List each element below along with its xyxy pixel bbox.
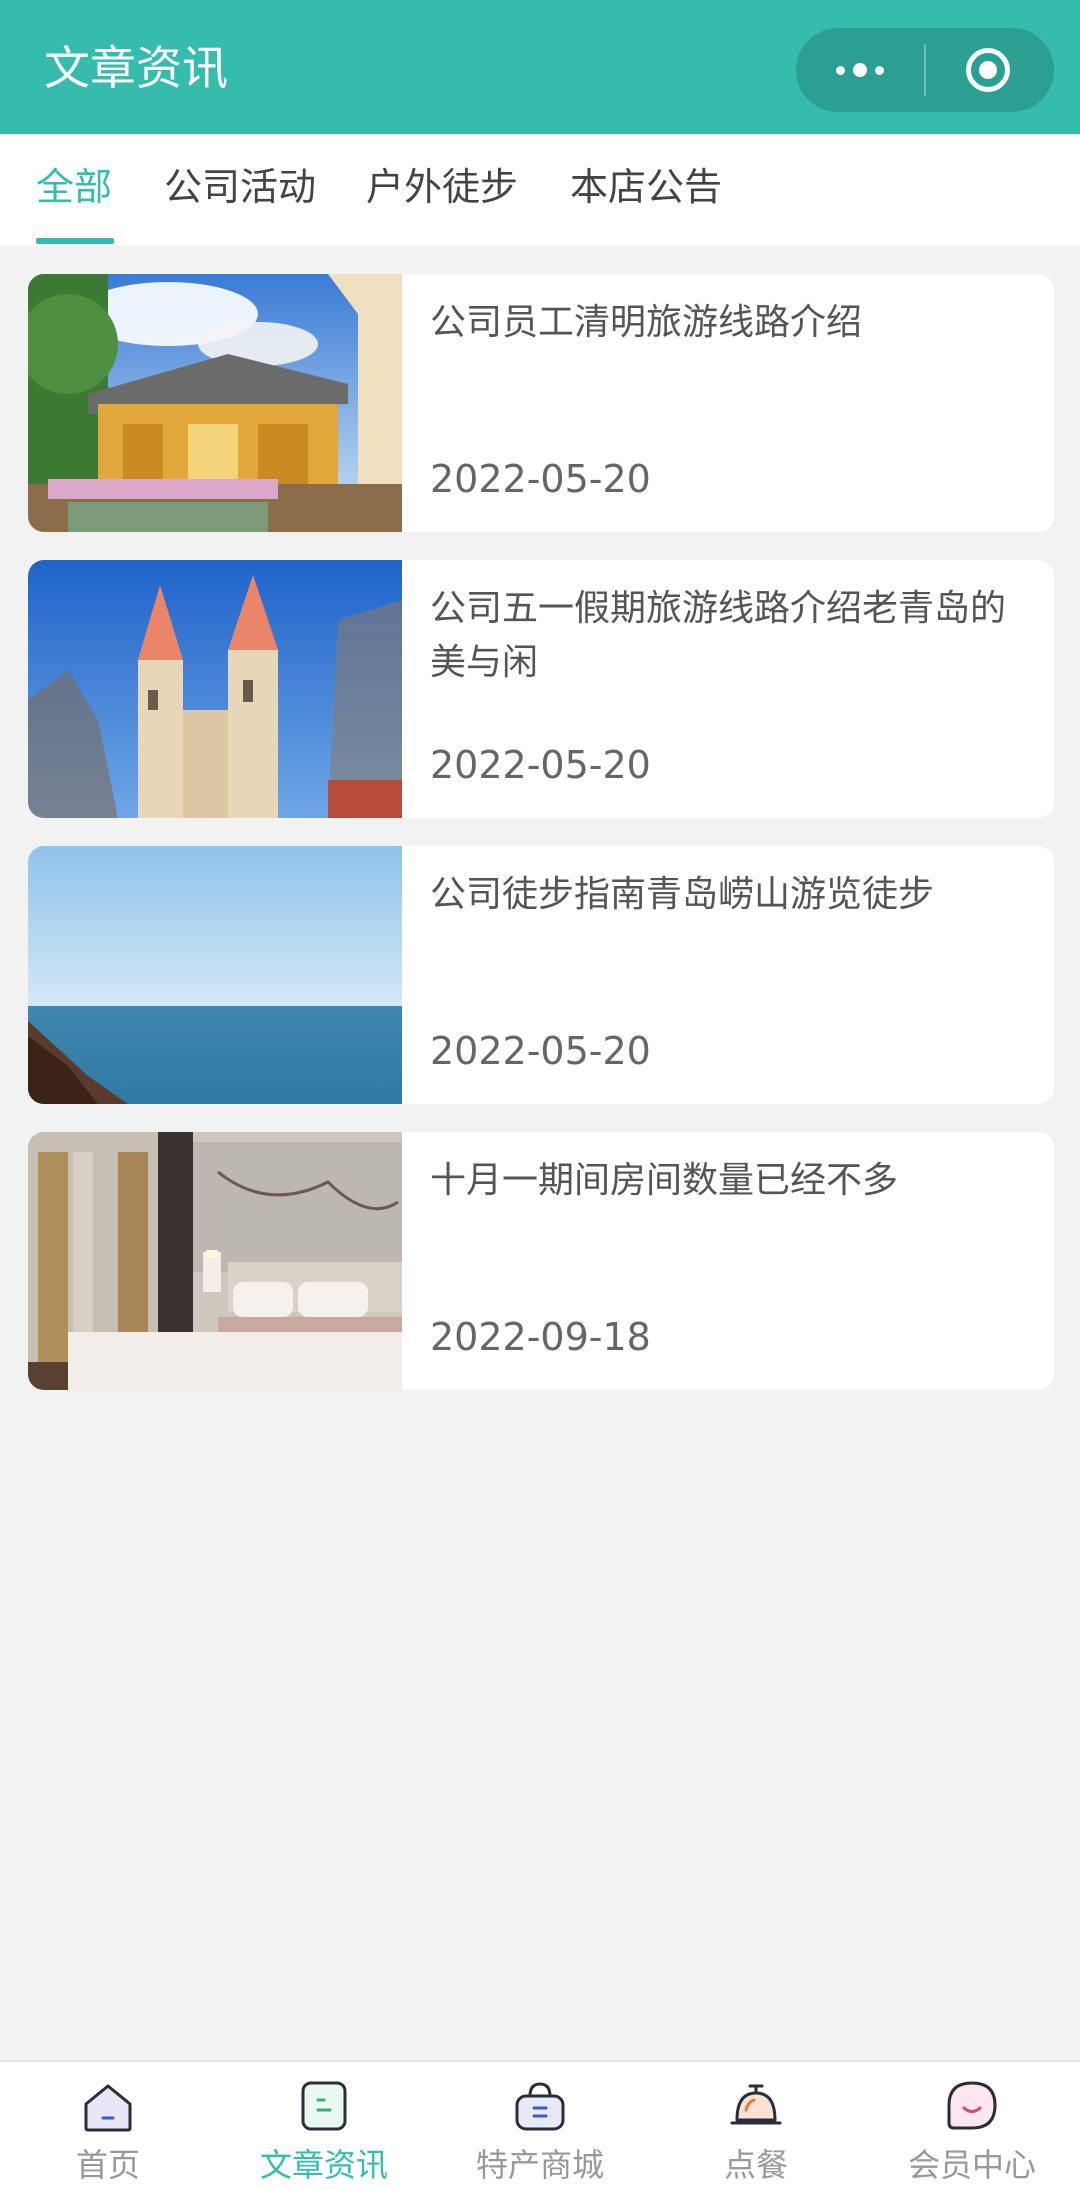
capsule-divider	[924, 44, 926, 96]
nav-item-home[interactable]: 首页	[0, 2062, 216, 2190]
article-date: 2022-05-20	[430, 743, 651, 787]
dining-bell-icon	[730, 2084, 782, 2125]
courtyard-house-photo	[28, 274, 402, 532]
nav-item-articles[interactable]: 文章资讯	[216, 2062, 432, 2190]
mini-program-capsule	[796, 28, 1054, 112]
article-title: 公司员工清明旅游线路介绍	[430, 302, 863, 343]
nav-item-member[interactable]: 会员中心	[864, 2062, 1080, 2190]
app-header: 文章资讯	[0, 0, 1080, 134]
tab-outdoor-hiking[interactable]: 户外徒步	[366, 162, 518, 212]
tab-all[interactable]: 全部	[36, 162, 112, 212]
hotel-bedroom-photo	[28, 1132, 402, 1390]
tab-store-notice[interactable]: 本店公告	[570, 162, 722, 212]
category-tabs: 全部 公司活动 户外徒步 本店公告	[0, 134, 1080, 246]
article-date: 2022-05-20	[430, 457, 651, 501]
article-title: 公司徒步指南青岛崂山游览徒步	[430, 874, 935, 915]
church-twin-spires-photo	[28, 560, 402, 818]
article-card[interactable]: 十月一期间房间数量已经不多 2022-09-18	[28, 1132, 1054, 1390]
active-tab-indicator	[36, 238, 114, 244]
nav-label: 会员中心	[907, 2146, 1036, 2184]
nav-item-dining[interactable]: 点餐	[648, 2062, 864, 2190]
member-smile-icon	[947, 2081, 997, 2130]
article-title: 十月一期间房间数量已经不多	[430, 1160, 899, 1201]
article-title: 公司五一假期旅游线路介绍老青岛的美与闲	[430, 588, 1007, 683]
article-card[interactable]: 公司员工清明旅游线路介绍 2022-05-20	[28, 274, 1054, 532]
more-dots-icon[interactable]	[796, 28, 924, 112]
nav-label: 文章资讯	[259, 2146, 388, 2184]
nav-label: 点餐	[723, 2146, 788, 2184]
article-card[interactable]: 公司五一假期旅游线路介绍老青岛的美与闲 2022-05-20	[28, 560, 1054, 818]
home-icon	[84, 2084, 132, 2132]
article-date: 2022-05-20	[430, 1029, 651, 1073]
sea-horizon-photo	[28, 846, 402, 1104]
shop-bag-icon	[515, 2082, 565, 2131]
tab-company-activity[interactable]: 公司活动	[164, 162, 316, 212]
nav-label: 首页	[75, 2146, 140, 2184]
nav-item-shop[interactable]: 特产商城	[432, 2062, 648, 2190]
article-date: 2022-09-18	[430, 1315, 651, 1359]
target-circle-icon[interactable]	[966, 48, 1010, 92]
page-title: 文章资讯	[44, 41, 228, 95]
article-icon	[301, 2081, 347, 2131]
article-card[interactable]: 公司徒步指南青岛崂山游览徒步 2022-05-20	[28, 846, 1054, 1104]
nav-label: 特产商城	[475, 2146, 604, 2184]
bottom-tab-bar: 首页 文章资讯 特产商城 点餐 会员中心	[0, 2060, 1080, 2190]
